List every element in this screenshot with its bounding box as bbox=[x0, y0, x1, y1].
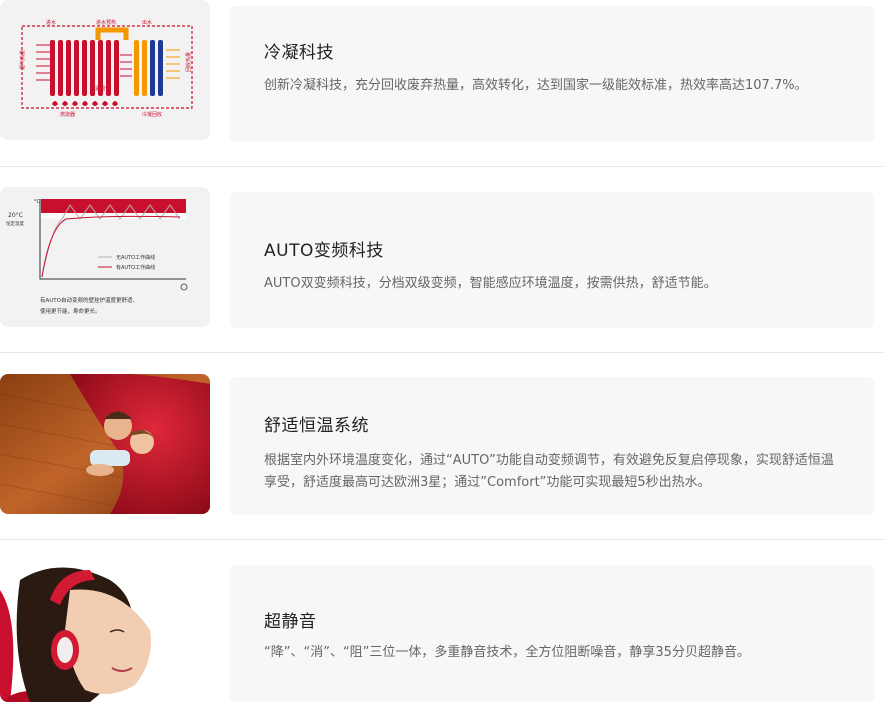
feature-description: AUTO双变频科技，分档双级变频，智能感应环境温度，按需供热，舒适节能。 bbox=[264, 276, 717, 291]
feature-card-condensing: 冷凝科技 创新冷凝科技，充分回收废弃热量，高效转化，达到国家一级能效标准，热效率… bbox=[230, 6, 874, 142]
divider bbox=[0, 166, 884, 167]
feature-card-silent: 超静音 “降”、“消”、“阻”三位一体，多重静音技术，全方位阻断噪音，静享35分… bbox=[230, 565, 874, 702]
feature-row-comfort: 舒适恒温系统 根据室内外环境温度变化，通过“AUTO”功能自动变频调节，有效避免… bbox=[0, 373, 884, 515]
feature-description: 根据室内外环境温度变化，通过“AUTO”功能自动变频调节，有效避免反复启停现象，… bbox=[264, 453, 834, 490]
chart-temp-label: 20°C bbox=[8, 212, 23, 219]
chart-legend-without: 无AUTO工作曲线 bbox=[116, 254, 155, 261]
diagram-label-top-right: 出水 bbox=[142, 19, 152, 26]
divider bbox=[0, 539, 884, 540]
feature-description: 创新冷凝科技，充分回收废弃热量，高效转化，达到国家一级能效标准，热效率高达107… bbox=[264, 78, 808, 93]
diagram-label-top-left: 进水 bbox=[46, 19, 56, 26]
feature-title: AUTO变频科技 bbox=[264, 241, 384, 261]
feature-title: 舒适恒温系统 bbox=[264, 416, 369, 436]
feature-title: 冷凝科技 bbox=[264, 43, 334, 63]
diagram-label-side-left: 烟气热量 bbox=[19, 50, 26, 70]
condensing-diagram-image: 进水 进水预热 出水 烟气热量 回收热量 燃烧器 低温烟气 冷凝回收 bbox=[0, 0, 210, 140]
auto-chart-image: °C 20°C 恒定温度 无AUTO工作曲线 有AUTO工作曲线 有AUTO自动… bbox=[0, 187, 210, 327]
feature-row-silent: 超静音 “降”、“消”、“阻”三位一体，多重静音技术，全方位阻断噪音，静享35分… bbox=[0, 560, 884, 702]
couple-blanket-illustration bbox=[0, 374, 210, 514]
diagram-label-bottom-right: 冷凝回收 bbox=[142, 111, 162, 118]
auto-curve-chart: °C 20°C 恒定温度 无AUTO工作曲线 有AUTO工作曲线 有AUTO自动… bbox=[0, 187, 210, 327]
chart-temp-sub-label: 恒定温度 bbox=[6, 220, 24, 227]
svg-text:°C: °C bbox=[34, 199, 41, 205]
headphone-woman-illustration bbox=[0, 560, 210, 702]
headphone-woman-photo bbox=[0, 560, 210, 702]
feature-row-auto: °C 20°C 恒定温度 无AUTO工作曲线 有AUTO工作曲线 有AUTO自动… bbox=[0, 186, 884, 328]
couple-blanket-photo bbox=[0, 374, 210, 514]
feature-card-auto: AUTO变频科技 AUTO双变频科技，分档双级变频，智能感应环境温度，按需供热，… bbox=[230, 192, 874, 328]
feature-card-comfort: 舒适恒温系统 根据室内外环境温度变化，通过“AUTO”功能自动变频调节，有效避免… bbox=[230, 377, 874, 515]
feature-row-condensing: 进水 进水预热 出水 烟气热量 回收热量 燃烧器 低温烟气 冷凝回收 冷凝科技 … bbox=[0, 0, 884, 142]
chart-legend-with: 有AUTO工作曲线 bbox=[116, 264, 155, 271]
diagram-label-bottom-mid: 低温烟气 bbox=[90, 85, 110, 92]
condensing-diagram: 进水 进水预热 出水 烟气热量 回收热量 燃烧器 低温烟气 冷凝回收 bbox=[0, 0, 210, 140]
chart-caption-line1: 有AUTO自动变频的壁挂炉温度更舒适、 bbox=[40, 296, 138, 304]
diagram-label-side-right: 回收热量 bbox=[185, 52, 192, 72]
feature-description: “降”、“消”、“阻”三位一体，多重静音技术，全方位阻断噪音，静享35分贝超静音… bbox=[264, 645, 750, 660]
divider bbox=[0, 352, 884, 353]
feature-title: 超静音 bbox=[264, 612, 317, 632]
diagram-label-top-mid: 进水预热 bbox=[96, 19, 116, 26]
feature-list: 进水 进水预热 出水 烟气热量 回收热量 燃烧器 低温烟气 冷凝回收 冷凝科技 … bbox=[0, 0, 884, 718]
diagram-label-bottom-left: 燃烧器 bbox=[60, 111, 75, 118]
chart-caption-line2: 使用更节能，寿命更长。 bbox=[40, 307, 101, 315]
